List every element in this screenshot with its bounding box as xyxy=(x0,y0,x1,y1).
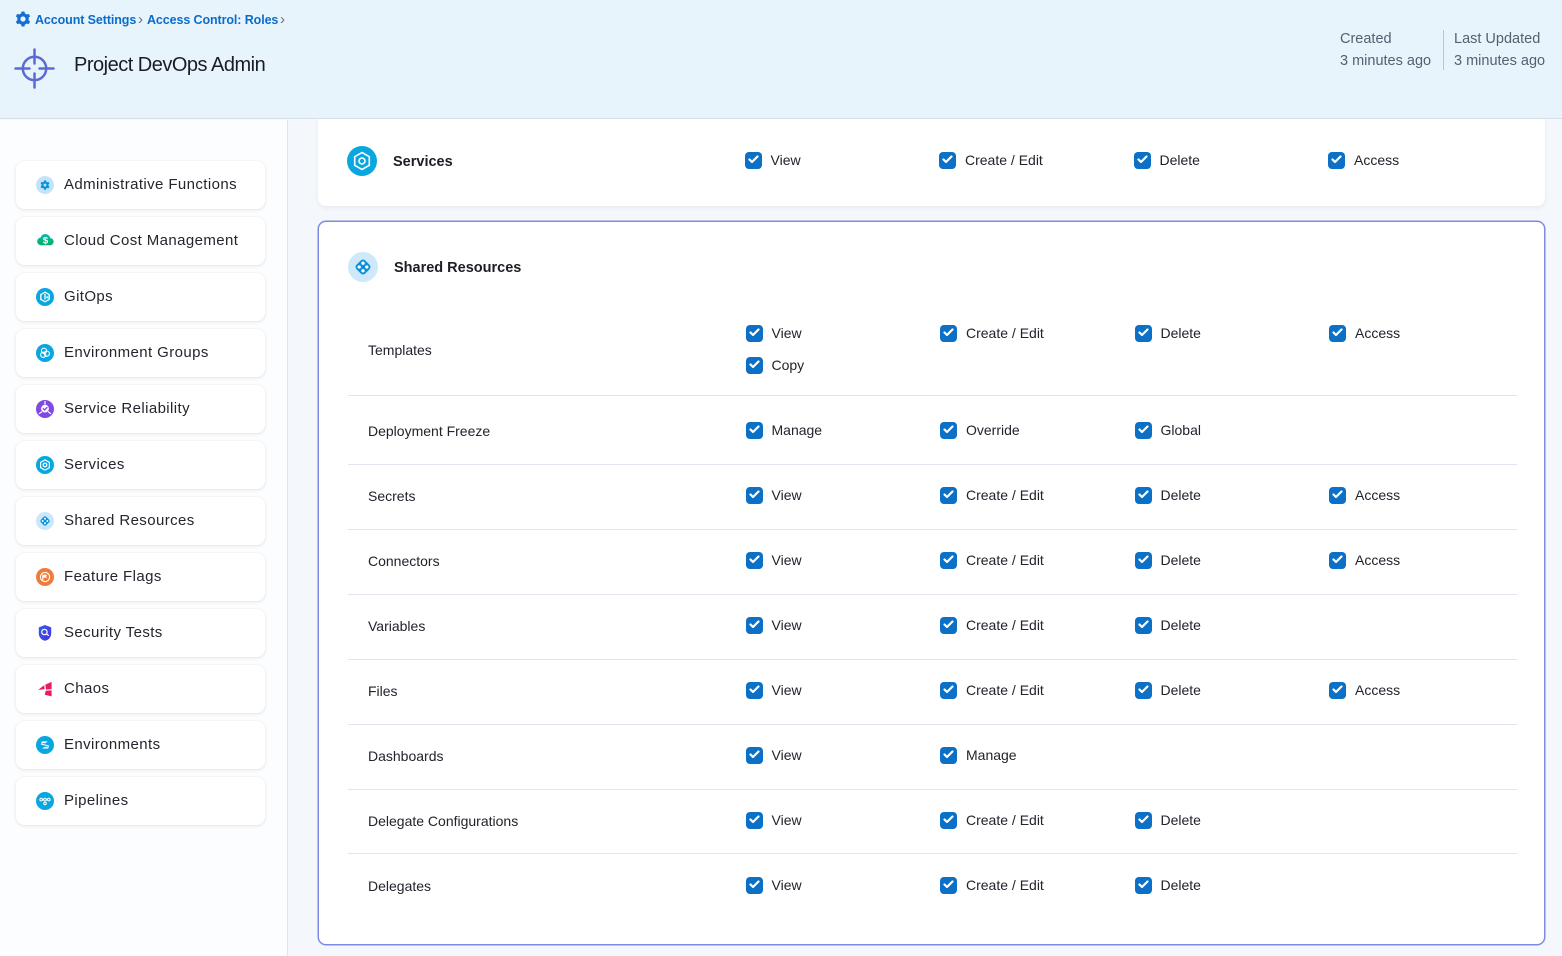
svg-text:$: $ xyxy=(43,236,49,247)
